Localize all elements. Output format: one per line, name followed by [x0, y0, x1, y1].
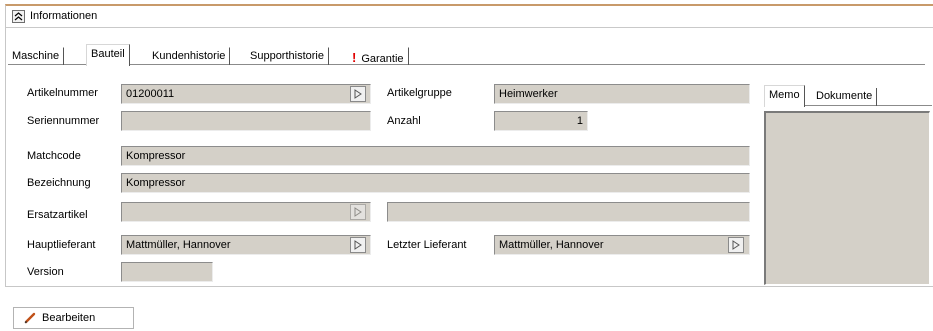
tab-garantie[interactable]: ! Garantie — [348, 47, 409, 65]
panel-header: Informationen — [6, 6, 933, 28]
hauptlieferant-lookup-button[interactable] — [350, 237, 366, 253]
memo-textarea[interactable] — [764, 111, 930, 285]
pencil-icon — [24, 312, 36, 324]
artikelgruppe-field[interactable]: Heimwerker — [494, 84, 750, 104]
bezeichnung-field[interactable]: Kompressor — [121, 173, 750, 193]
ersatzartikel-lookup-button[interactable] — [350, 204, 366, 220]
tab-dokumente[interactable]: Dokumente — [812, 88, 878, 106]
tab-label: Garantie — [361, 53, 404, 65]
ersatzartikel-field[interactable] — [121, 202, 371, 222]
version-label: Version — [27, 266, 64, 278]
letzter-lieferant-lookup-button[interactable] — [728, 237, 744, 253]
tab-supporthistorie[interactable]: Supporthistorie — [246, 47, 329, 65]
main-tabstrip: Maschine Bauteil Kundenhistorie Supporth… — [8, 44, 925, 66]
tab-memo[interactable]: Memo — [764, 85, 805, 107]
letzter-lieferant-field[interactable]: Mattmüller, Hannover — [494, 235, 750, 255]
memo-tabstrip: Memo Dokumente — [764, 85, 932, 107]
hauptlieferant-field[interactable]: Mattmüller, Hannover — [121, 235, 371, 255]
ersatzartikel-description-field[interactable] — [387, 202, 750, 222]
collapse-button[interactable] — [12, 10, 25, 23]
edit-button[interactable]: Bearbeiten — [13, 307, 134, 329]
version-field[interactable] — [121, 262, 213, 282]
matchcode-label: Matchcode — [27, 150, 81, 162]
letzter-lieferant-label: Letzter Lieferant — [387, 239, 467, 251]
anzahl-label: Anzahl — [387, 115, 421, 127]
panel-title: Informationen — [30, 10, 98, 22]
divider — [5, 286, 933, 287]
artikelnummer-label: Artikelnummer — [27, 87, 98, 99]
anzahl-field[interactable]: 1 — [494, 111, 588, 131]
tab-maschine[interactable]: Maschine — [8, 47, 65, 65]
artikelgruppe-label: Artikelgruppe — [387, 87, 452, 99]
tab-label: Bauteil — [91, 48, 125, 60]
seriennummer-label: Seriennummer — [27, 115, 100, 127]
tab-label: Supporthistorie — [250, 50, 324, 62]
tab-label: Kundenhistorie — [152, 50, 226, 62]
play-arrow-icon — [354, 207, 362, 217]
tab-label: Maschine — [12, 50, 60, 62]
double-chevron-up-icon — [14, 12, 23, 21]
ersatzartikel-label: Ersatzartikel — [27, 209, 88, 221]
tab-bauteil[interactable]: Bauteil — [86, 44, 130, 66]
artikelnummer-lookup-button[interactable] — [350, 86, 366, 102]
play-arrow-icon — [354, 240, 362, 250]
bezeichnung-label: Bezeichnung — [27, 177, 91, 189]
artikelnummer-field[interactable]: 01200011 — [121, 84, 371, 104]
play-arrow-icon — [354, 89, 362, 99]
seriennummer-field[interactable] — [121, 111, 371, 131]
edit-button-label: Bearbeiten — [42, 312, 96, 324]
hauptlieferant-label: Hauptlieferant — [27, 239, 96, 251]
tab-kundenhistorie[interactable]: Kundenhistorie — [148, 47, 231, 65]
tab-label: Dokumente — [816, 90, 873, 102]
play-arrow-icon — [732, 240, 740, 250]
tab-label: Memo — [769, 89, 800, 101]
warning-exclamation-icon: ! — [352, 50, 357, 65]
matchcode-field[interactable]: Kompressor — [121, 146, 750, 166]
